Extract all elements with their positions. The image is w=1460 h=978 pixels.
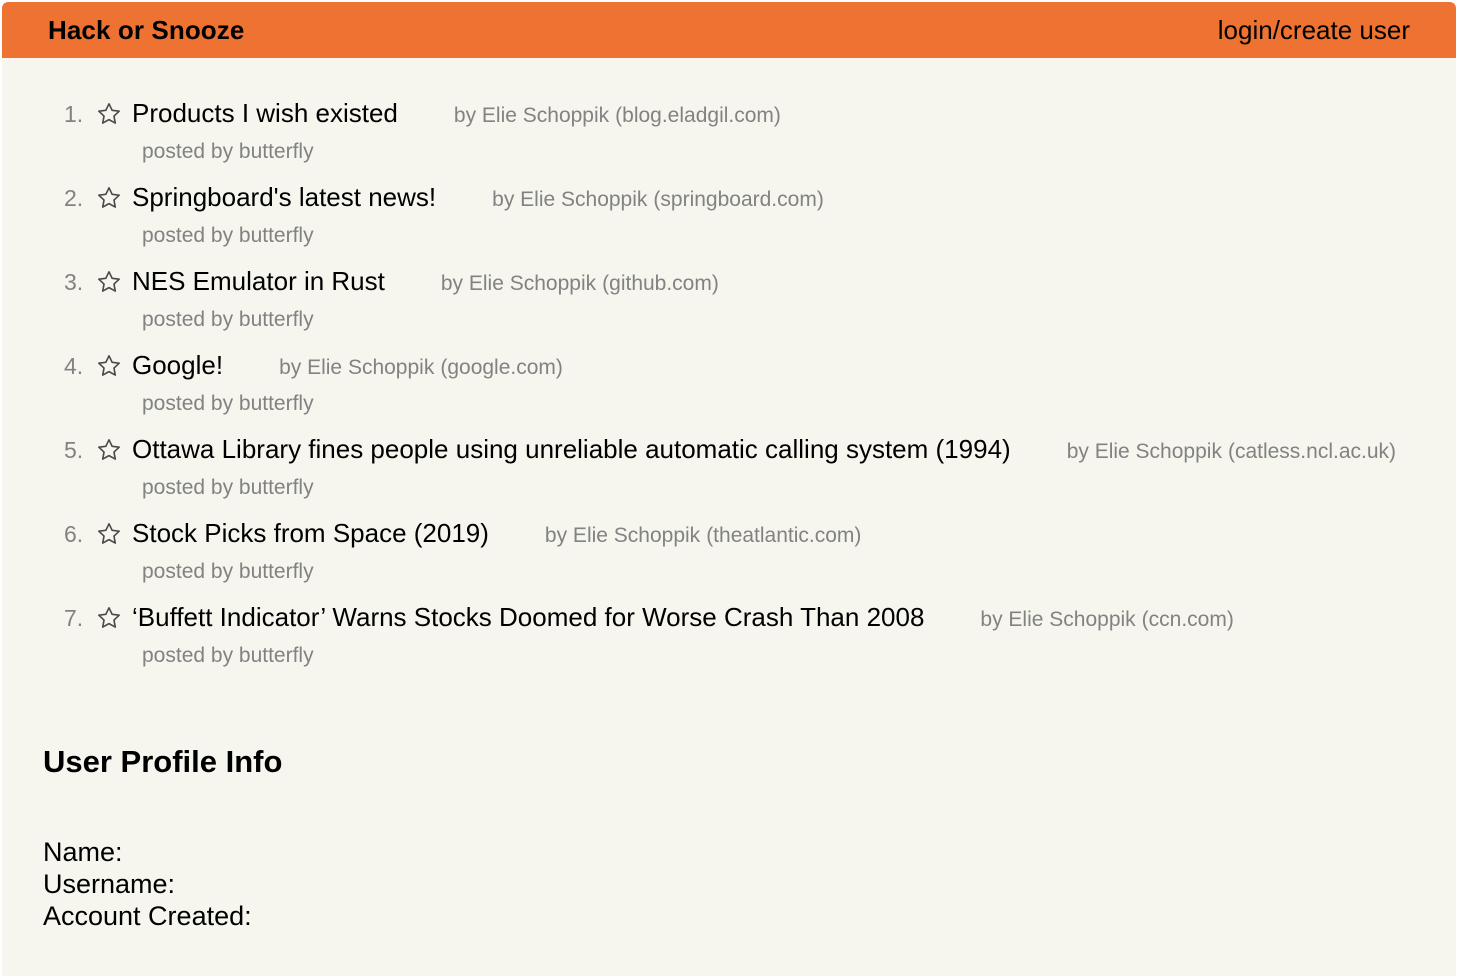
star-icon[interactable] xyxy=(96,605,122,631)
story-title-link[interactable]: Stock Picks from Space (2019) xyxy=(132,518,489,549)
star-icon[interactable] xyxy=(96,185,122,211)
navbar: Hack or Snooze login/create user xyxy=(2,2,1456,58)
story-hostname: (google.com) xyxy=(440,356,563,379)
story-posted-by: posted by butterfly xyxy=(142,392,314,415)
story-item: 7. ‘Buffett Indicator’ Warns Stocks Doom… xyxy=(2,598,1456,682)
story-number: 6. xyxy=(64,521,84,547)
story-title-link[interactable]: Ottawa Library fines people using unreli… xyxy=(132,434,1011,465)
story-author: by Elie Schoppik xyxy=(1066,440,1222,463)
profile-name-label: Name: xyxy=(43,837,123,867)
story-number: 5. xyxy=(64,437,84,463)
user-profile-section: User Profile Info Name: Username: Accoun… xyxy=(43,744,282,932)
login-create-user-link[interactable]: login/create user xyxy=(1218,15,1410,46)
story-hostname: (springboard.com) xyxy=(653,188,824,211)
story-item: 1. Products I wish existed by Elie Schop… xyxy=(2,94,1456,178)
story-author: by Elie Schoppik xyxy=(492,188,648,211)
profile-title: User Profile Info xyxy=(43,744,283,779)
story-number: 2. xyxy=(64,185,84,211)
story-posted-by: posted by butterfly xyxy=(142,224,314,247)
story-hostname: (theatlantic.com) xyxy=(706,524,862,547)
story-author: by Elie Schoppik xyxy=(980,608,1136,631)
story-hostname: (github.com) xyxy=(602,272,719,295)
story-item: 4. Google! by Elie Schoppik (google.com)… xyxy=(2,346,1456,430)
app-container: Hack or Snooze login/create user 1. Prod… xyxy=(2,2,1456,976)
story-posted-by: posted by butterfly xyxy=(142,560,314,583)
story-author: by Elie Schoppik xyxy=(544,524,701,547)
brand-logo[interactable]: Hack or Snooze xyxy=(48,15,244,46)
star-icon[interactable] xyxy=(96,353,122,379)
story-author: by Elie Schoppik xyxy=(440,272,597,295)
star-icon[interactable] xyxy=(96,521,122,547)
story-title-link[interactable]: NES Emulator in Rust xyxy=(132,266,385,297)
star-icon[interactable] xyxy=(96,437,122,463)
story-posted-by: posted by butterfly xyxy=(142,476,314,499)
story-title-link[interactable]: Springboard's latest news! xyxy=(132,182,436,213)
story-title-link[interactable]: Google! xyxy=(132,350,223,381)
story-number: 1. xyxy=(64,101,84,127)
profile-account-created-label: Account Created: xyxy=(43,901,252,931)
story-posted-by: posted by butterfly xyxy=(142,644,314,667)
story-author: by Elie Schoppik xyxy=(453,104,610,127)
story-number: 4. xyxy=(64,353,84,379)
story-hostname: (catless.ncl.ac.uk) xyxy=(1227,440,1397,463)
story-item: 3. NES Emulator in Rust by Elie Schoppik… xyxy=(2,262,1456,346)
story-hostname: (blog.eladgil.com) xyxy=(615,104,781,127)
story-posted-by: posted by butterfly xyxy=(142,308,314,331)
story-hostname: (ccn.com) xyxy=(1141,608,1234,631)
story-author: by Elie Schoppik xyxy=(279,356,435,379)
story-number: 3. xyxy=(64,269,84,295)
story-title-link[interactable]: Products I wish existed xyxy=(132,98,398,129)
star-icon[interactable] xyxy=(96,101,122,127)
story-item: 5. Ottawa Library fines people using unr… xyxy=(2,430,1456,514)
story-list: 1. Products I wish existed by Elie Schop… xyxy=(2,94,1456,682)
story-item: 6. Stock Picks from Space (2019) by Elie… xyxy=(2,514,1456,598)
profile-username-label: Username: xyxy=(43,869,176,899)
story-posted-by: posted by butterfly xyxy=(142,140,314,163)
story-item: 2. Springboard's latest news! by Elie Sc… xyxy=(2,178,1456,262)
star-icon[interactable] xyxy=(96,269,122,295)
story-number: 7. xyxy=(64,605,84,631)
story-title-link[interactable]: ‘Buffett Indicator’ Warns Stocks Doomed … xyxy=(132,602,924,633)
